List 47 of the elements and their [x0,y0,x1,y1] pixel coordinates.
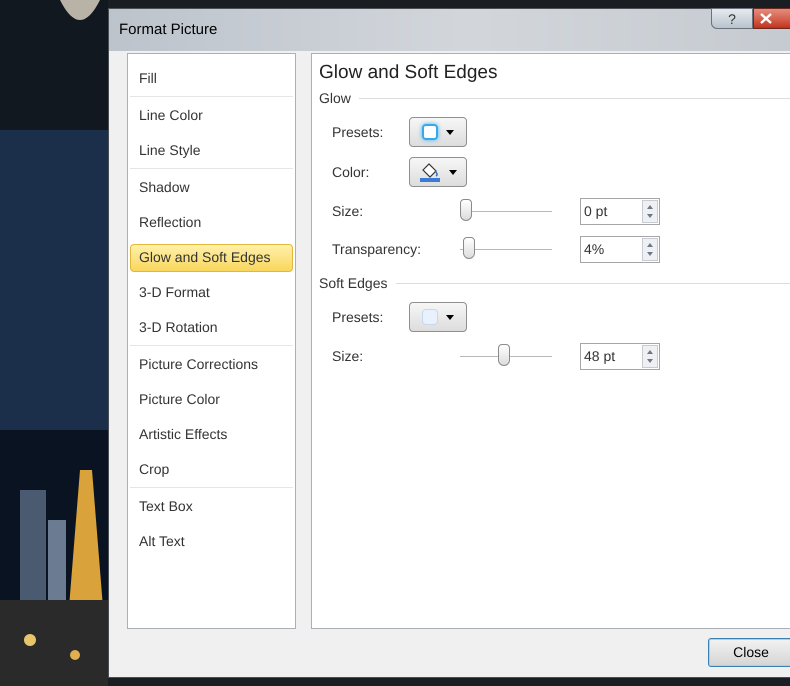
window-title: Format Picture [119,20,218,40]
field-label: Size: [332,202,364,220]
field-label: Presets: [332,308,384,326]
caret-icon [449,170,457,174]
panel-heading: Glow and Soft Edges [319,61,498,85]
caret-icon [446,130,454,134]
spinner-arrows-icon [642,200,658,222]
presets-dropdown[interactable] [409,117,467,147]
category-item[interactable]: 3-D Rotation [130,310,293,345]
paint-bucket-icon [419,162,441,182]
presets-dropdown[interactable] [409,302,467,332]
category-item[interactable]: Glow and Soft Edges [130,244,293,272]
category-item[interactable]: Line Style [130,133,293,168]
category-item[interactable]: Picture Color [130,382,293,417]
field-label: Size: [332,346,364,366]
color-dropdown[interactable] [409,157,467,187]
help-button[interactable]: ? [711,8,753,29]
section-heading: Soft Edges [319,274,388,293]
category-item[interactable]: Crop [130,452,293,487]
close-icon [760,13,772,24]
category-item[interactable]: Reflection [130,205,293,240]
section-heading: Glow [319,88,351,108]
category-item[interactable]: Alt Text [130,524,293,559]
category-item[interactable]: Line Color [130,98,293,133]
category-item[interactable]: Shadow [130,170,293,205]
field-value: 4% [584,240,604,258]
category-item[interactable]: Picture Corrections [130,347,293,382]
close-button[interactable] [753,8,790,29]
spinner-arrows-icon [642,238,658,260]
field-value: 0 pt [584,202,608,221]
field-label: Presets: [332,122,384,142]
category-item[interactable]: Fill [130,61,293,96]
field-label: Transparency: [332,240,422,259]
slider[interactable] [460,237,552,261]
slider[interactable] [460,344,552,368]
spin-field[interactable]: 0 pt [580,198,660,224]
field-value: 48 pt [584,346,616,366]
spinner-arrows-icon [642,344,658,368]
spin-field[interactable]: 48 pt [580,342,660,370]
slider[interactable] [460,199,552,223]
spin-field[interactable]: 4% [580,236,660,262]
caret-icon [446,314,454,320]
close-dialog-button[interactable]: Close [708,638,790,667]
category-item[interactable]: Text Box [130,489,293,524]
category-item[interactable]: Artistic Effects [130,417,293,452]
field-label: Color: [332,162,370,182]
category-item[interactable]: 3-D Format [130,275,293,310]
